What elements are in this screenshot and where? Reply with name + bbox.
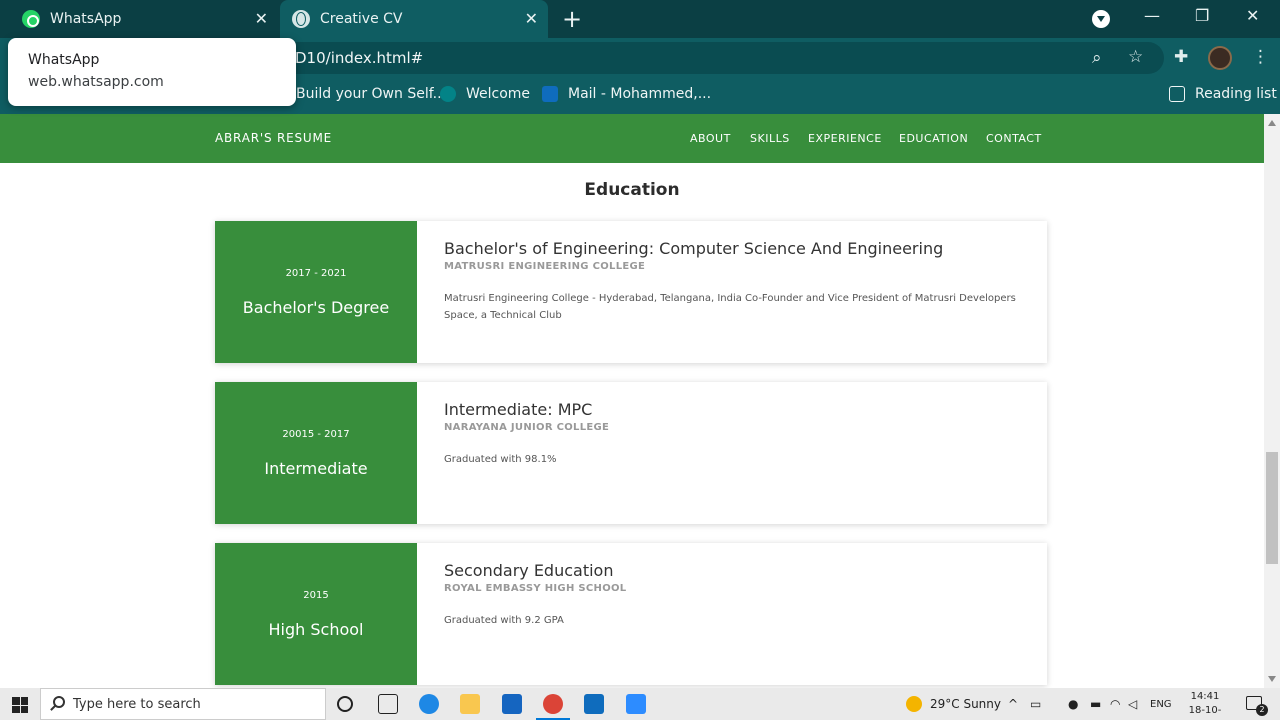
- microphone-icon[interactable]: ●: [1068, 697, 1078, 711]
- close-icon[interactable]: ✕: [525, 9, 538, 28]
- wifi-icon[interactable]: ◠: [1110, 697, 1120, 711]
- window-close-icon[interactable]: ✕: [1246, 6, 1259, 25]
- battery-icon[interactable]: ▭: [1030, 697, 1041, 711]
- education-degree: Bachelor's Degree: [242, 298, 390, 317]
- education-title: Secondary Education: [444, 561, 614, 580]
- menu-kebab-icon[interactable]: ⋮: [1252, 47, 1269, 67]
- task-view-icon[interactable]: [378, 694, 398, 714]
- search-placeholder: Type here to search: [73, 697, 201, 712]
- extensions-icon[interactable]: ✚: [1174, 47, 1188, 67]
- bookmark-label: Build your Own Self...: [296, 86, 446, 102]
- mail-icon[interactable]: [502, 694, 522, 714]
- education-card-side: 2017 - 2021 Bachelor's Degree: [215, 221, 417, 363]
- page-scrollbar[interactable]: [1264, 114, 1280, 688]
- education-card: 2015 High School Secondary Education ROY…: [215, 543, 1047, 685]
- new-tab-icon[interactable]: +: [562, 5, 582, 33]
- tab-title: WhatsApp: [50, 11, 122, 27]
- scroll-down-icon[interactable]: [1268, 676, 1276, 682]
- zoom-app-icon[interactable]: [626, 694, 646, 714]
- education-card-side: 20015 - 2017 Intermediate: [215, 382, 417, 524]
- tab-search-icon[interactable]: [1092, 10, 1110, 28]
- hover-card-title: WhatsApp: [28, 52, 100, 68]
- education-card-body: Intermediate: MPC NARAYANA JUNIOR COLLEG…: [444, 400, 1024, 468]
- bookmark-label: Mail - Mohammed,...: [568, 86, 712, 102]
- bookmark-item[interactable]: Mail - Mohammed,...: [542, 86, 711, 102]
- education-school: NARAYANA JUNIOR COLLEGE: [444, 422, 610, 433]
- outlook-icon[interactable]: [584, 694, 604, 714]
- reading-list-label: Reading list: [1195, 86, 1277, 102]
- weather-text[interactable]: 29°C Sunny: [930, 697, 1001, 711]
- section-title: Education: [584, 180, 680, 200]
- education-card-body: Secondary Education ROYAL EMBASSY HIGH S…: [444, 561, 1024, 629]
- zoom-icon[interactable]: ⌕: [1092, 48, 1102, 68]
- nav-contact[interactable]: CONTACT: [986, 132, 1042, 145]
- clock-time: 14:41: [1190, 691, 1220, 702]
- url-text[interactable]: D10/index.html#: [295, 49, 423, 67]
- tab-title: Creative CV: [320, 11, 403, 27]
- nav-experience[interactable]: EXPERIENCE: [808, 132, 882, 145]
- bookmark-item[interactable]: Build your Own Self...: [296, 86, 446, 102]
- cortana-icon[interactable]: [337, 696, 353, 712]
- outlook-icon: [542, 86, 558, 102]
- web-page: ABRAR'S RESUME ABOUT SKILLS EXPERIENCE E…: [0, 114, 1264, 688]
- notification-badge: 2: [1256, 704, 1268, 716]
- weather-icon[interactable]: [906, 696, 922, 712]
- minimize-icon[interactable]: —: [1144, 6, 1160, 25]
- bookmark-star-icon[interactable]: ☆: [1128, 47, 1143, 67]
- tab-whatsapp[interactable]: WhatsApp ✕: [8, 0, 278, 38]
- education-title: Intermediate: MPC: [444, 400, 593, 419]
- site-brand[interactable]: ABRAR'S RESUME: [215, 131, 332, 145]
- bookmark-item[interactable]: Welcome: [440, 86, 530, 102]
- education-degree: Intermediate: [264, 459, 368, 478]
- education-title: Bachelor's of Engineering: Computer Scie…: [444, 239, 944, 258]
- education-degree: High School: [268, 620, 364, 639]
- restore-icon[interactable]: ❐: [1195, 6, 1209, 25]
- nav-about[interactable]: ABOUT: [690, 132, 731, 145]
- site-navbar: ABRAR'S RESUME ABOUT SKILLS EXPERIENCE E…: [0, 114, 1264, 163]
- scroll-up-icon[interactable]: [1268, 120, 1276, 126]
- clock-date: 18-10-2021: [1188, 705, 1222, 720]
- search-icon: [53, 696, 65, 708]
- tab-hover-card: WhatsApp web.whatsapp.com: [8, 38, 296, 106]
- chrome-icon[interactable]: [543, 694, 563, 714]
- sharepoint-icon: [440, 86, 456, 102]
- hover-card-domain: web.whatsapp.com: [28, 74, 164, 90]
- nav-skills[interactable]: SKILLS: [750, 132, 790, 145]
- windows-taskbar: Type here to search 29°C Sunny ^ ▭ ● ▬ ◠…: [0, 688, 1280, 720]
- tab-strip: WhatsApp ✕ Creative CV ✕ + — ❐ ✕: [0, 0, 1280, 38]
- education-school: MATRUSRI ENGINEERING COLLEGE: [444, 261, 646, 272]
- bookmark-label: Welcome: [466, 86, 531, 102]
- chevron-up-icon[interactable]: ^: [1008, 697, 1018, 711]
- file-explorer-icon[interactable]: [460, 694, 480, 714]
- education-dates: 2015: [303, 590, 329, 601]
- education-card-side: 2015 High School: [215, 543, 417, 685]
- taskbar-search-input[interactable]: Type here to search: [40, 688, 326, 720]
- education-dates: 2017 - 2021: [285, 268, 347, 279]
- edge-icon[interactable]: [419, 694, 439, 714]
- whatsapp-icon: [22, 10, 40, 28]
- education-dates: 20015 - 2017: [282, 429, 350, 440]
- close-icon[interactable]: ✕: [255, 9, 268, 28]
- nav-education[interactable]: EDUCATION: [899, 132, 968, 145]
- education-school: ROYAL EMBASSY HIGH SCHOOL: [444, 583, 627, 594]
- address-bar[interactable]: D10/index.html# ⌕ ☆: [280, 42, 1164, 74]
- windows-start-icon[interactable]: [12, 697, 28, 713]
- reading-list-button[interactable]: Reading list: [1169, 86, 1277, 102]
- clock[interactable]: 14:41 18-10-2021: [1180, 690, 1230, 720]
- education-description: Graduated with 98.1%: [444, 454, 557, 465]
- avatar[interactable]: [1208, 46, 1232, 70]
- education-description: Matrusri Engineering College - Hyderabad…: [444, 293, 1016, 321]
- education-card: 2017 - 2021 Bachelor's Degree Bachelor's…: [215, 221, 1047, 363]
- power-icon[interactable]: ▬: [1090, 697, 1101, 711]
- tab-creative-cv[interactable]: Creative CV ✕: [280, 0, 548, 38]
- reading-list-icon: [1169, 86, 1185, 102]
- education-description: Graduated with 9.2 GPA: [444, 615, 564, 626]
- education-card-body: Bachelor's of Engineering: Computer Scie…: [444, 239, 1024, 324]
- language-indicator[interactable]: ENG: [1150, 699, 1172, 710]
- scrollbar-thumb[interactable]: [1266, 452, 1278, 564]
- volume-icon[interactable]: ◁: [1128, 697, 1137, 711]
- globe-icon: [292, 10, 310, 28]
- education-card: 20015 - 2017 Intermediate Intermediate: …: [215, 382, 1047, 524]
